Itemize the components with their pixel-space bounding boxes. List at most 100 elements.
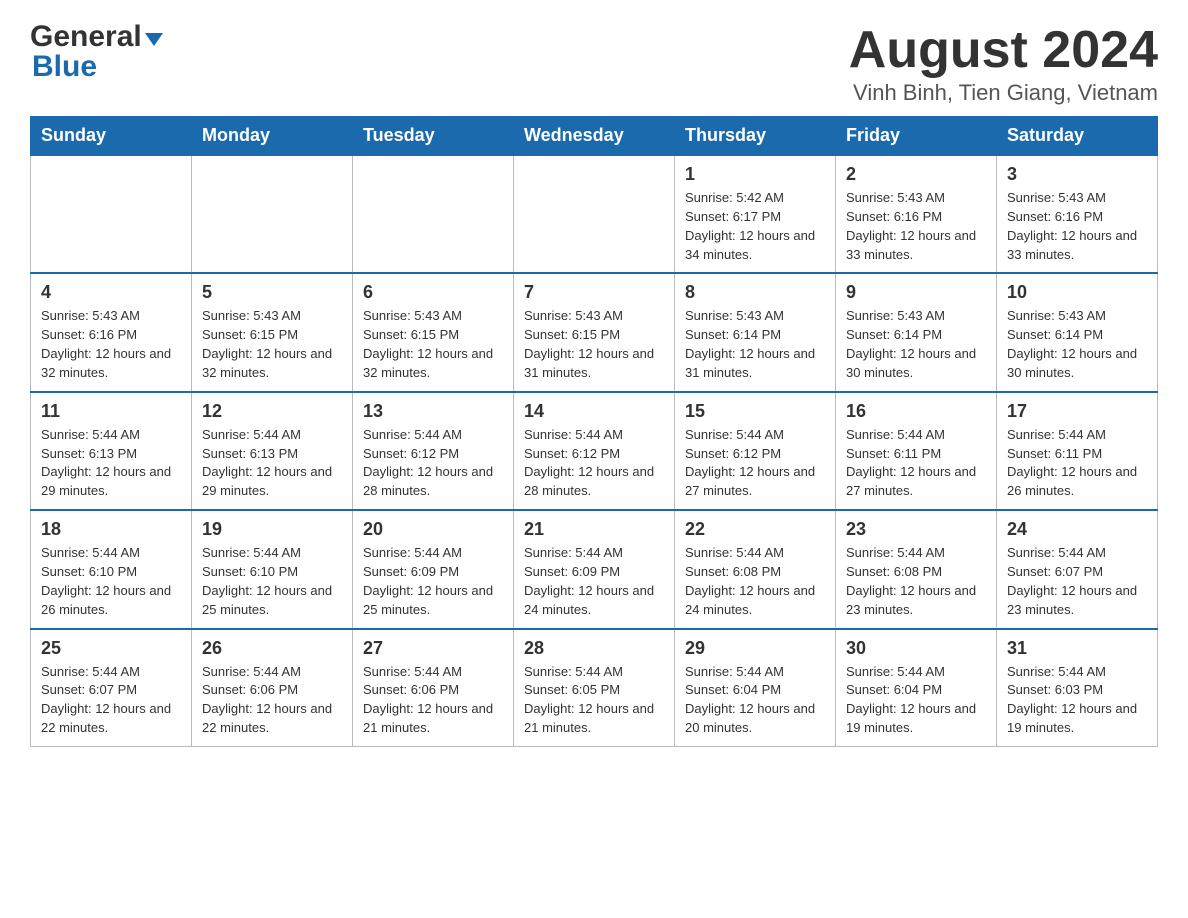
day-detail: Sunrise: 5:44 AM Sunset: 6:04 PM Dayligh… (846, 663, 986, 738)
day-number: 16 (846, 401, 986, 422)
day-number: 8 (685, 282, 825, 303)
page-subtitle: Vinh Binh, Tien Giang, Vietnam (849, 80, 1158, 106)
day-number: 23 (846, 519, 986, 540)
day-number: 22 (685, 519, 825, 540)
calendar-cell: 6 Sunrise: 5:43 AM Sunset: 6:15 PM Daylig… (353, 273, 514, 391)
day-number: 13 (363, 401, 503, 422)
day-detail: Sunrise: 5:44 AM Sunset: 6:09 PM Dayligh… (363, 544, 503, 619)
day-detail: Sunrise: 5:42 AM Sunset: 6:17 PM Dayligh… (685, 189, 825, 264)
day-number: 3 (1007, 164, 1147, 185)
calendar-cell: 27Sunrise: 5:44 AM Sunset: 6:06 PM Dayli… (353, 629, 514, 747)
calendar-cell: 26 Sunrise: 5:44 AM Sunset: 6:06 PM Dayli… (192, 629, 353, 747)
calendar-header-saturday: Saturday (997, 117, 1158, 156)
day-number: 1 (685, 164, 825, 185)
day-detail: Sunrise: 5:43 AM Sunset: 6:15 PM Dayligh… (363, 307, 503, 382)
calendar-cell: 7 Sunrise: 5:43 AM Sunset: 6:15 PM Daylig… (514, 273, 675, 391)
day-number: 11 (41, 401, 181, 422)
day-detail: Sunrise: 5:44 AM Sunset: 6:12 PM Dayligh… (685, 426, 825, 501)
calendar-cell: 25 Sunrise: 5:44 AM Sunset: 6:07 PM Dayli… (31, 629, 192, 747)
calendar-cell: 28Sunrise: 5:44 AM Sunset: 6:05 PM Dayli… (514, 629, 675, 747)
calendar-week-row: 25 Sunrise: 5:44 AM Sunset: 6:07 PM Dayli… (31, 629, 1158, 747)
day-number: 26 (202, 638, 342, 659)
logo-arrow-icon (145, 33, 163, 46)
logo-blue: Blue (32, 50, 97, 84)
day-number: 6 (363, 282, 503, 303)
calendar-cell: 17Sunrise: 5:44 AM Sunset: 6:11 PM Dayli… (997, 392, 1158, 510)
day-detail: Sunrise: 5:43 AM Sunset: 6:14 PM Dayligh… (685, 307, 825, 382)
day-number: 21 (524, 519, 664, 540)
day-number: 4 (41, 282, 181, 303)
calendar-cell (353, 155, 514, 273)
day-number: 29 (685, 638, 825, 659)
calendar-cell: 16 Sunrise: 5:44 AM Sunset: 6:11 PM Dayli… (836, 392, 997, 510)
day-number: 20 (363, 519, 503, 540)
calendar-cell: 29 Sunrise: 5:44 AM Sunset: 6:04 PM Dayli… (675, 629, 836, 747)
day-detail: Sunrise: 5:44 AM Sunset: 6:12 PM Dayligh… (363, 426, 503, 501)
day-number: 28 (524, 638, 664, 659)
calendar-cell: 31 Sunrise: 5:44 AM Sunset: 6:03 PM Dayli… (997, 629, 1158, 747)
day-detail: Sunrise: 5:44 AM Sunset: 6:06 PM Dayligh… (202, 663, 342, 738)
day-detail: Sunrise: 5:44 AM Sunset: 6:07 PM Dayligh… (41, 663, 181, 738)
day-detail: Sunrise: 5:43 AM Sunset: 6:15 PM Dayligh… (524, 307, 664, 382)
day-detail: Sunrise: 5:44 AM Sunset: 6:13 PM Dayligh… (202, 426, 342, 501)
calendar-header-sunday: Sunday (31, 117, 192, 156)
day-number: 30 (846, 638, 986, 659)
calendar-cell: 11Sunrise: 5:44 AM Sunset: 6:13 PM Dayli… (31, 392, 192, 510)
day-number: 2 (846, 164, 986, 185)
calendar-header-tuesday: Tuesday (353, 117, 514, 156)
day-number: 12 (202, 401, 342, 422)
day-number: 7 (524, 282, 664, 303)
calendar-header-row: SundayMondayTuesdayWednesdayThursdayFrid… (31, 117, 1158, 156)
day-detail: Sunrise: 5:44 AM Sunset: 6:10 PM Dayligh… (202, 544, 342, 619)
calendar-cell: 8 Sunrise: 5:43 AM Sunset: 6:14 PM Daylig… (675, 273, 836, 391)
day-detail: Sunrise: 5:43 AM Sunset: 6:16 PM Dayligh… (1007, 189, 1147, 264)
day-detail: Sunrise: 5:44 AM Sunset: 6:11 PM Dayligh… (846, 426, 986, 501)
calendar-cell (192, 155, 353, 273)
calendar-week-row: 1 Sunrise: 5:42 AM Sunset: 6:17 PM Daylig… (31, 155, 1158, 273)
calendar-week-row: 18 Sunrise: 5:44 AM Sunset: 6:10 PM Dayli… (31, 510, 1158, 628)
calendar-cell (31, 155, 192, 273)
calendar-cell: 21Sunrise: 5:44 AM Sunset: 6:09 PM Dayli… (514, 510, 675, 628)
day-detail: Sunrise: 5:44 AM Sunset: 6:12 PM Dayligh… (524, 426, 664, 501)
day-number: 15 (685, 401, 825, 422)
calendar-cell: 3 Sunrise: 5:43 AM Sunset: 6:16 PM Daylig… (997, 155, 1158, 273)
day-number: 25 (41, 638, 181, 659)
day-detail: Sunrise: 5:43 AM Sunset: 6:14 PM Dayligh… (846, 307, 986, 382)
day-number: 27 (363, 638, 503, 659)
page-header: General Blue August 2024 Vinh Binh, Tien… (30, 20, 1158, 106)
calendar-week-row: 11 Sunrise: 5:44 AM Sunset: 6:13 PM Dayli… (31, 392, 1158, 510)
day-detail: Sunrise: 5:43 AM Sunset: 6:16 PM Dayligh… (41, 307, 181, 382)
day-number: 24 (1007, 519, 1147, 540)
page-title: August 2024 (849, 20, 1158, 80)
calendar-cell: 1 Sunrise: 5:42 AM Sunset: 6:17 PM Daylig… (675, 155, 836, 273)
day-number: 9 (846, 282, 986, 303)
logo-general: General (30, 20, 142, 54)
calendar-cell: 19 Sunrise: 5:44 AM Sunset: 6:10 PM Dayli… (192, 510, 353, 628)
day-number: 18 (41, 519, 181, 540)
calendar-header-thursday: Thursday (675, 117, 836, 156)
day-detail: Sunrise: 5:44 AM Sunset: 6:03 PM Dayligh… (1007, 663, 1147, 738)
calendar-week-row: 4 Sunrise: 5:43 AM Sunset: 6:16 PM Daylig… (31, 273, 1158, 391)
calendar-header-friday: Friday (836, 117, 997, 156)
calendar-cell: 10Sunrise: 5:43 AM Sunset: 6:14 PM Dayli… (997, 273, 1158, 391)
day-detail: Sunrise: 5:44 AM Sunset: 6:07 PM Dayligh… (1007, 544, 1147, 619)
day-detail: Sunrise: 5:44 AM Sunset: 6:08 PM Dayligh… (846, 544, 986, 619)
calendar-cell: 15 Sunrise: 5:44 AM Sunset: 6:12 PM Dayli… (675, 392, 836, 510)
day-number: 31 (1007, 638, 1147, 659)
day-number: 10 (1007, 282, 1147, 303)
day-detail: Sunrise: 5:44 AM Sunset: 6:04 PM Dayligh… (685, 663, 825, 738)
calendar-cell: 12 Sunrise: 5:44 AM Sunset: 6:13 PM Dayli… (192, 392, 353, 510)
title-area: August 2024 Vinh Binh, Tien Giang, Vietn… (849, 20, 1158, 106)
calendar-cell (514, 155, 675, 273)
calendar-cell: 30 Sunrise: 5:44 AM Sunset: 6:04 PM Dayli… (836, 629, 997, 747)
day-detail: Sunrise: 5:44 AM Sunset: 6:11 PM Dayligh… (1007, 426, 1147, 501)
calendar-cell: 24 Sunrise: 5:44 AM Sunset: 6:07 PM Dayli… (997, 510, 1158, 628)
day-number: 19 (202, 519, 342, 540)
day-detail: Sunrise: 5:44 AM Sunset: 6:08 PM Dayligh… (685, 544, 825, 619)
day-number: 14 (524, 401, 664, 422)
calendar-cell: 5Sunrise: 5:43 AM Sunset: 6:15 PM Daylig… (192, 273, 353, 391)
calendar-cell: 4 Sunrise: 5:43 AM Sunset: 6:16 PM Daylig… (31, 273, 192, 391)
calendar-header-monday: Monday (192, 117, 353, 156)
day-detail: Sunrise: 5:43 AM Sunset: 6:16 PM Dayligh… (846, 189, 986, 264)
calendar-cell: 20 Sunrise: 5:44 AM Sunset: 6:09 PM Dayli… (353, 510, 514, 628)
